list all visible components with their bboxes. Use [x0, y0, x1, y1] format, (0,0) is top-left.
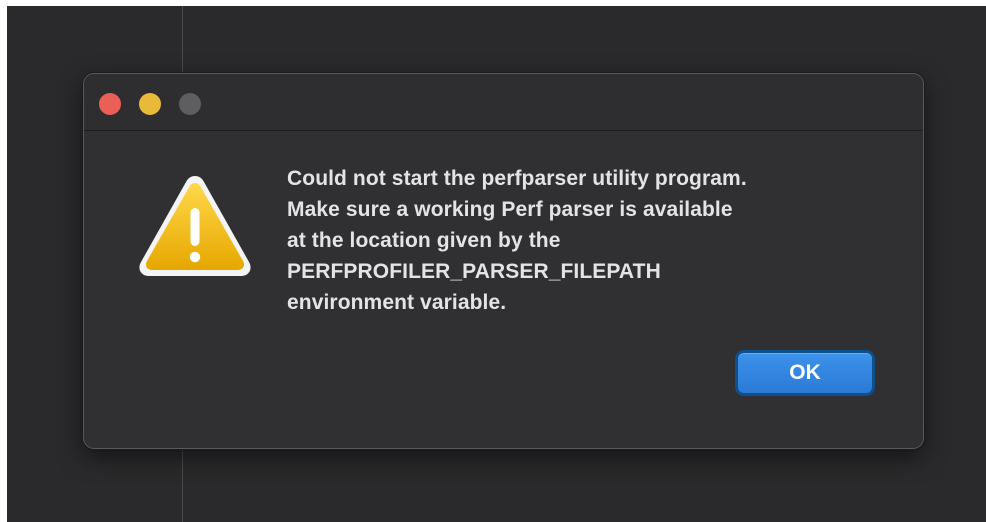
- dialog-titlebar: [84, 74, 923, 131]
- ok-button[interactable]: OK: [735, 350, 875, 396]
- alert-message: Could not start the perfparser utility p…: [287, 163, 907, 318]
- message-line: at the location given by the: [287, 229, 561, 252]
- message-line: Could not start the perfparser utility p…: [287, 167, 747, 190]
- close-window-button[interactable]: [99, 93, 121, 115]
- zoom-window-button: [179, 93, 201, 115]
- warning-icon: [139, 176, 251, 276]
- minimize-window-button[interactable]: [139, 93, 161, 115]
- message-line: PERFPROFILER_PARSER_FILEPATH: [287, 260, 661, 283]
- message-line: environment variable.: [287, 291, 507, 314]
- alert-dialog: Could not start the perfparser utility p…: [83, 73, 924, 449]
- message-line: Make sure a working Perf parser is avail…: [287, 198, 733, 221]
